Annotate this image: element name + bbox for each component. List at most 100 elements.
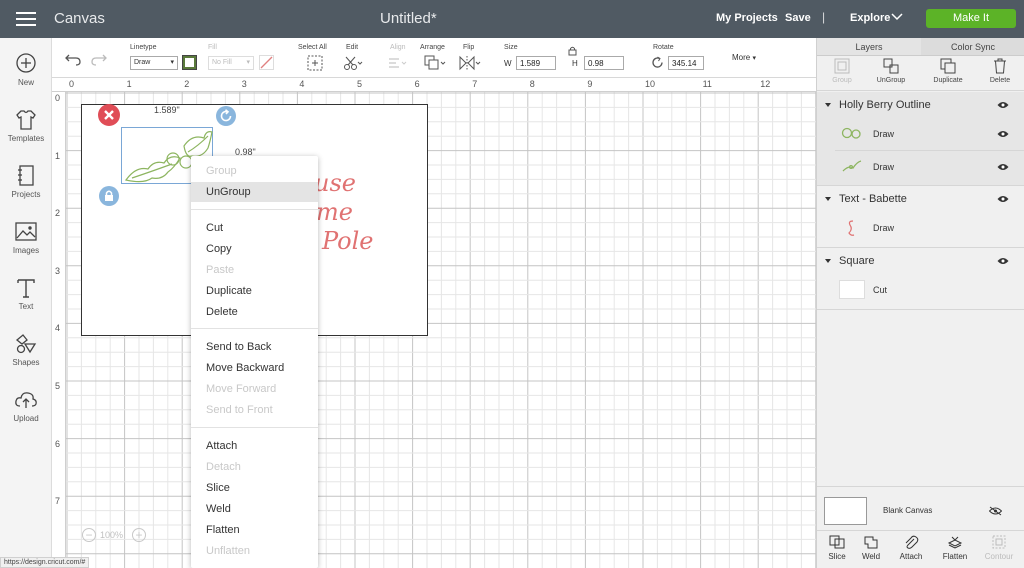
menu-item-unflatten: Unflatten	[206, 545, 251, 557]
explore-link[interactable]: Explore	[850, 12, 890, 24]
more-menu[interactable]: More ▾	[732, 53, 756, 62]
attach-label: Attach	[899, 552, 923, 561]
fill-color-swatch[interactable]	[259, 55, 274, 70]
collapse-caret-icon[interactable]	[825, 259, 831, 263]
nav-upload[interactable]: Upload	[0, 388, 52, 423]
layer-row[interactable]: Draw	[817, 151, 1024, 183]
context-menu: Group UnGroup Cut Copy Paste Duplicate D…	[191, 156, 318, 568]
make-it-button[interactable]: Make It	[926, 9, 1016, 28]
script-text-group[interactable]: use me Pole	[314, 169, 374, 256]
contour-button[interactable]: Contour	[979, 535, 1019, 561]
collapse-caret-icon[interactable]	[825, 103, 831, 107]
eye-icon[interactable]	[997, 195, 1009, 203]
ruler-top-label: 2	[184, 79, 190, 89]
nav-projects[interactable]: Projects	[0, 164, 52, 199]
layer-group-header[interactable]: Holly Berry Outline	[817, 91, 1024, 119]
eye-icon[interactable]	[997, 101, 1009, 109]
eye-icon[interactable]	[997, 257, 1009, 265]
layers-ungroup-button[interactable]: UnGroup	[866, 58, 916, 84]
layer-group-header[interactable]: Text - Babette	[817, 185, 1024, 213]
document-title: Untitled*	[380, 10, 437, 27]
layers-delete-button[interactable]: Delete	[975, 58, 1024, 84]
flatten-button[interactable]: Flatten	[935, 535, 975, 561]
layers-delete-label: Delete	[989, 77, 1011, 84]
ruler-top-label: 12	[760, 79, 771, 89]
menu-item-delete[interactable]: Delete	[191, 302, 318, 322]
menu-item-slice[interactable]: Slice	[191, 478, 318, 498]
weld-icon	[864, 536, 878, 549]
nav-images[interactable]: Images	[0, 220, 52, 255]
edit-scissors-icon[interactable]	[343, 55, 365, 71]
nav-images-label: Images	[12, 246, 40, 255]
menu-separator	[191, 328, 318, 329]
menu-item-attach[interactable]: Attach	[191, 436, 318, 456]
menu-item-cut[interactable]: Cut	[191, 218, 318, 238]
menu-item-send-to-back[interactable]: Send to Back	[191, 337, 318, 357]
rotate-icon	[652, 56, 663, 68]
eye-icon[interactable]	[997, 163, 1009, 171]
layer-group-header[interactable]: Square	[817, 247, 1024, 275]
menu-item-duplicate[interactable]: Duplicate	[191, 281, 318, 301]
attach-button[interactable]: Attach	[891, 535, 931, 561]
menu-item-group: Group	[206, 165, 237, 177]
height-input[interactable]: 0.98	[584, 56, 624, 70]
nav-templates[interactable]: Templates	[0, 108, 52, 143]
weld-button[interactable]: Weld	[851, 535, 891, 561]
layers-group-button[interactable]: Group	[817, 58, 867, 84]
zoom-in-button[interactable]: +	[132, 528, 146, 542]
menu-item-ungroup[interactable]: UnGroup	[191, 182, 318, 202]
nav-shapes[interactable]: Shapes	[0, 332, 52, 367]
width-input[interactable]: 1.589	[516, 56, 556, 70]
layer-row[interactable]: Cut	[817, 274, 1024, 306]
layer-row[interactable]: Draw	[817, 212, 1024, 244]
lock-aspect-icon[interactable]	[568, 46, 577, 56]
layers-duplicate-button[interactable]: Duplicate	[923, 58, 973, 84]
eye-hidden-icon[interactable]	[989, 506, 1002, 516]
undo-icon[interactable]	[64, 52, 82, 66]
zoom-out-button[interactable]: −	[82, 528, 96, 542]
arrange-icon[interactable]	[424, 55, 448, 71]
linetype-color-swatch[interactable]	[182, 55, 197, 70]
nav-new[interactable]: New	[0, 52, 52, 87]
redo-icon[interactable]	[90, 52, 108, 66]
save-link[interactable]: Save	[785, 12, 811, 24]
zoom-level: 100%	[100, 530, 124, 540]
tab-layers[interactable]: Layers	[817, 38, 921, 56]
lock-handle-icon[interactable]	[98, 185, 120, 207]
linetype-select[interactable]: Draw ▾	[130, 56, 178, 70]
my-projects-link[interactable]: My Projects	[716, 12, 778, 24]
nav-shapes-label: Shapes	[12, 358, 40, 367]
contour-label: Contour	[984, 552, 1014, 561]
rotate-input[interactable]: 345.14	[668, 56, 704, 70]
eye-icon[interactable]	[997, 130, 1009, 138]
fill-select[interactable]: No Fill ▾	[208, 56, 254, 70]
delete-handle-icon[interactable]	[97, 103, 121, 127]
ruler-top-label: 10	[645, 79, 656, 89]
status-url: https://design.cricut.com/#	[0, 557, 90, 568]
collapse-caret-icon[interactable]	[825, 197, 831, 201]
tab-color-sync[interactable]: Color Sync	[921, 38, 1024, 56]
flip-icon[interactable]	[458, 55, 482, 71]
menu-item-flatten[interactable]: Flatten	[191, 520, 318, 540]
nav-new-label: New	[17, 78, 34, 87]
layers-panel: Layers Color Sync Group UnGroup Duplicat…	[816, 38, 1024, 568]
select-all-icon[interactable]	[307, 55, 323, 71]
layer-row[interactable]: Draw	[817, 118, 1024, 150]
linetype-label: Linetype	[130, 44, 157, 51]
layer-thumb-berries	[841, 127, 861, 139]
top-bar: Canvas Untitled* My Projects Save | Expl…	[0, 0, 1024, 38]
blank-canvas-swatch[interactable]	[824, 497, 867, 525]
hamburger-menu-icon[interactable]	[16, 11, 36, 27]
select-all-label: Select All	[298, 44, 327, 51]
nav-text[interactable]: Text	[0, 276, 52, 311]
menu-item-weld[interactable]: Weld	[191, 499, 318, 519]
layer-thumb-leaves	[842, 160, 862, 172]
rotate-handle-icon[interactable]	[215, 105, 237, 127]
align-icon[interactable]	[387, 56, 409, 70]
menu-item-copy[interactable]: Copy	[191, 239, 318, 259]
top-ruler: 0 1 2 3 4 5 6 7 8 9 10 11 12	[52, 78, 816, 92]
chevron-down-icon[interactable]	[890, 12, 904, 22]
left-nav: New Templates Projects Images Text Shape…	[0, 38, 52, 568]
menu-item-move-backward[interactable]: Move Backward	[191, 358, 318, 378]
slice-label: Slice	[828, 552, 846, 561]
